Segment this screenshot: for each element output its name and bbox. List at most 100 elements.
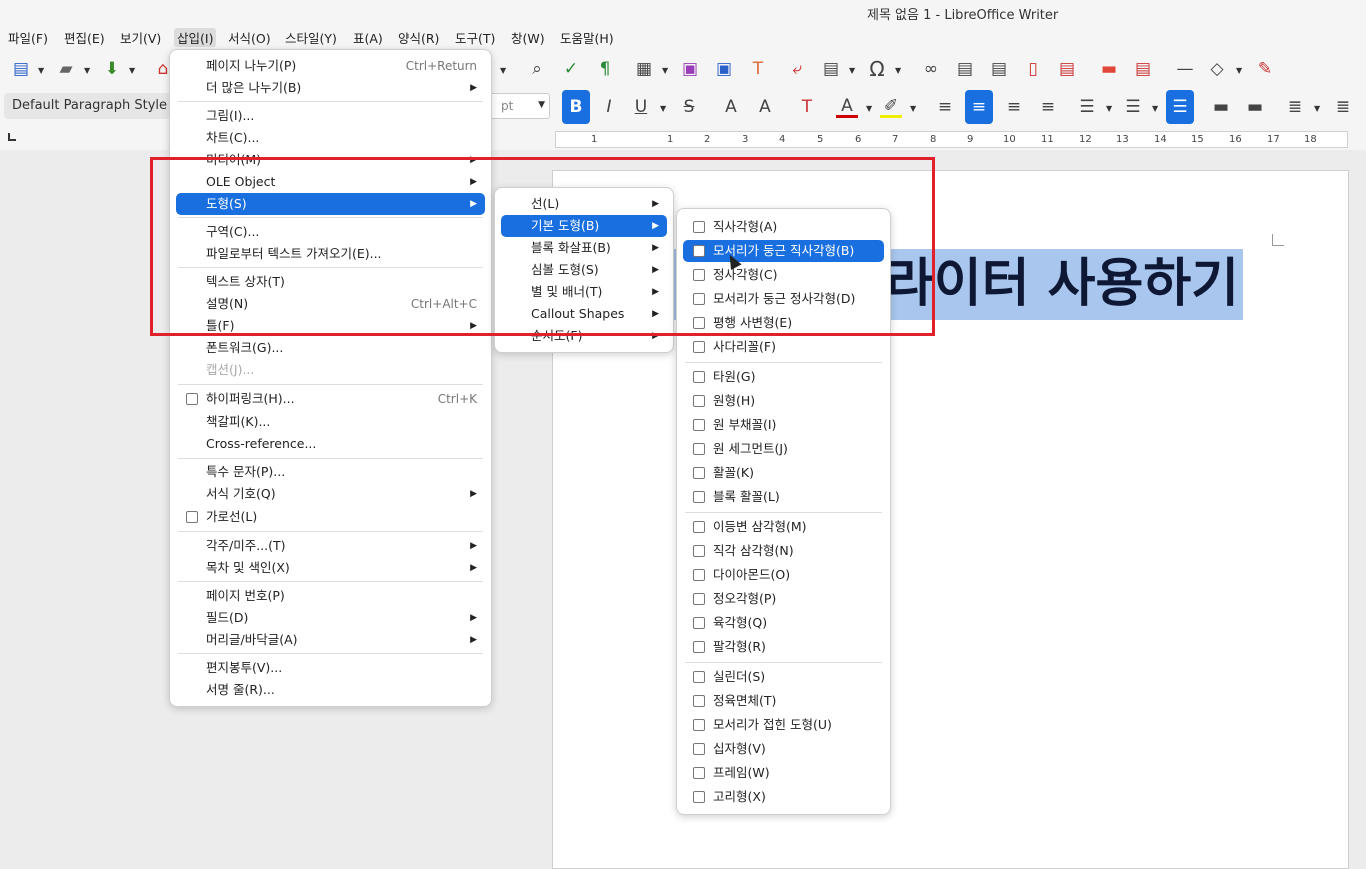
footnote-icon[interactable]: ▤ <box>954 58 976 80</box>
align-left-icon[interactable]: ≡ <box>934 96 956 118</box>
bullet-list-icon[interactable]: ☰ <box>1076 96 1098 118</box>
highlight-color-icon[interactable]: ✐ <box>880 96 902 118</box>
menu-edit[interactable]: 편집(E) <box>64 28 105 47</box>
menu-tools[interactable]: 도구(T) <box>455 28 495 47</box>
italic-icon[interactable]: I <box>598 96 620 118</box>
submenu-item-block-arrows[interactable]: 블록 화살표(B) ▶ <box>501 237 667 259</box>
endnote-icon[interactable]: ▤ <box>988 58 1010 80</box>
shape-trapezoid[interactable]: 사다리꼴(F) <box>683 336 884 358</box>
special-character-icon[interactable]: Ω <box>866 57 888 81</box>
justify-icon[interactable]: ≡ <box>1037 96 1059 118</box>
formatting-marks-icon[interactable]: ¶ <box>594 58 616 80</box>
open-folder-icon[interactable]: ▰ <box>55 58 77 80</box>
line-spacing-icon[interactable]: ≣ <box>1284 96 1306 118</box>
menu-item-comment[interactable]: 설명(N) Ctrl+Alt+C <box>176 293 485 315</box>
menu-item-hyperlink[interactable]: 하이퍼링크(H)... Ctrl+K <box>176 388 485 410</box>
menu-table[interactable]: 표(A) <box>353 28 383 47</box>
chevron-down-icon[interactable]: ▼ <box>895 66 901 75</box>
chevron-down-icon[interactable]: ▼ <box>38 66 44 75</box>
insert-page-break-icon[interactable]: ⤶ <box>786 58 808 80</box>
spellcheck-icon[interactable]: ✓ <box>560 58 582 80</box>
chevron-down-icon[interactable]: ▼ <box>129 66 135 75</box>
chevron-down-icon[interactable]: ▼ <box>84 66 90 75</box>
bookmark-icon[interactable]: ▯ <box>1022 58 1044 80</box>
menu-insert[interactable]: 삽입(I) <box>174 28 217 47</box>
submenu-item-callout-shapes[interactable]: Callout Shapes ▶ <box>501 303 667 325</box>
insert-textbox-icon[interactable]: T <box>747 58 769 80</box>
paragraph-spacing-icon[interactable]: ≣ <box>1332 96 1354 118</box>
menu-item-toc-index[interactable]: 목차 및 색인(X) ▶ <box>176 557 485 579</box>
menu-item-field[interactable]: 필드(D) ▶ <box>176 607 485 629</box>
menu-window[interactable]: 창(W) <box>511 28 545 47</box>
menu-item-ole-object[interactable]: OLE Object ▶ <box>176 171 485 193</box>
shape-octagon[interactable]: 팔각형(R) <box>683 636 884 658</box>
menu-item-frame[interactable]: 틀(F) ▶ <box>176 315 485 337</box>
chevron-down-icon[interactable]: ▼ <box>500 66 506 75</box>
shape-cube[interactable]: 정육면체(T) <box>683 690 884 712</box>
submenu-item-flowchart[interactable]: 순서도(F) ▶ <box>501 325 667 347</box>
insert-image-icon[interactable]: ▣ <box>679 58 701 80</box>
shape-parallelogram[interactable]: 평행 사변형(E) <box>683 312 884 334</box>
underline-icon[interactable]: U <box>630 96 652 118</box>
cross-reference-icon[interactable]: ▤ <box>1056 58 1078 80</box>
chevron-down-icon[interactable]: ▼ <box>1314 104 1320 113</box>
shape-diamond[interactable]: 다이아몬드(O) <box>683 564 884 586</box>
submenu-item-basic-shapes[interactable]: 기본 도형(B) ▶ <box>501 215 667 237</box>
insert-chart-icon[interactable]: ▣ <box>713 58 735 80</box>
shape-block-arc[interactable]: 블록 활꼴(L) <box>683 486 884 508</box>
decrease-indent-icon[interactable]: ▬ <box>1244 96 1266 118</box>
shape-circle[interactable]: 원형(H) <box>683 390 884 412</box>
shape-cross[interactable]: 십자형(V) <box>683 738 884 760</box>
menu-item-section[interactable]: 구역(C)... <box>176 221 485 243</box>
chevron-down-icon[interactable]: ▼ <box>662 66 668 75</box>
insert-table-icon[interactable]: ▦ <box>633 58 655 80</box>
menu-item-signature-line[interactable]: 서명 줄(R)... <box>176 679 485 701</box>
track-changes-icon[interactable]: ▤ <box>1132 58 1154 80</box>
menu-item-text-box[interactable]: 텍스트 상자(T) <box>176 271 485 293</box>
increase-indent-icon[interactable]: ▬ <box>1210 96 1232 118</box>
shape-isosceles-triangle[interactable]: 이등변 삼각형(M) <box>683 516 884 538</box>
chevron-down-icon[interactable]: ▼ <box>538 100 545 110</box>
menu-item-chart[interactable]: 차트(C)... <box>176 127 485 149</box>
insert-field-icon[interactable]: ▤ <box>820 58 842 80</box>
insert-line-icon[interactable]: — <box>1174 58 1196 80</box>
submenu-item-symbol-shapes[interactable]: 심볼 도형(S) ▶ <box>501 259 667 281</box>
shape-cylinder[interactable]: 실린더(S) <box>683 666 884 688</box>
menu-item-cross-reference[interactable]: Cross-reference... <box>176 433 485 455</box>
chevron-down-icon[interactable]: ▼ <box>1236 66 1242 75</box>
menu-item-footnote-endnote[interactable]: 각주/미주...(T) ▶ <box>176 535 485 557</box>
strikethrough-icon[interactable]: S <box>678 96 700 118</box>
bold-icon[interactable]: B <box>562 90 590 124</box>
menu-item-text-from-file[interactable]: 파일로부터 텍스트 가져오기(E)... <box>176 243 485 265</box>
save-icon[interactable]: ⬇ <box>101 58 123 80</box>
menu-item-fontwork[interactable]: 폰트워크(G)... <box>176 337 485 359</box>
menu-item-horizontal-line[interactable]: 가로선(L) <box>176 506 485 528</box>
shape-square[interactable]: 정사각형(C) <box>683 264 884 286</box>
shape-frame[interactable]: 프레임(W) <box>683 762 884 784</box>
menu-item-formatting-mark[interactable]: 서식 기호(Q) ▶ <box>176 483 485 505</box>
menu-format[interactable]: 서식(O) <box>228 28 271 47</box>
align-center-icon[interactable]: ≡ <box>965 90 993 124</box>
chevron-down-icon[interactable]: ▼ <box>660 104 666 113</box>
menu-item-media[interactable]: 미디어(M) ▶ <box>176 149 485 171</box>
shape-circle-segment[interactable]: 원 세그먼트(J) <box>683 438 884 460</box>
shape-hexagon[interactable]: 육각형(Q) <box>683 612 884 634</box>
shape-rectangle[interactable]: 직사각형(A) <box>683 216 884 238</box>
horizontal-ruler[interactable]: 1 1 2 3 4 5 6 7 8 9 10 11 12 13 14 15 16… <box>555 131 1348 148</box>
outline-list-icon[interactable]: ☰ <box>1166 90 1194 124</box>
menu-item-page-number[interactable]: 페이지 번호(P) <box>176 585 485 607</box>
menu-help[interactable]: 도움말(H) <box>560 28 614 47</box>
tab-stop-selector[interactable] <box>8 133 16 141</box>
new-document-icon[interactable]: ▤ <box>10 58 32 80</box>
menu-item-header-footer[interactable]: 머리글/바닥글(A) ▶ <box>176 629 485 651</box>
superscript-icon[interactable]: A <box>720 96 742 118</box>
chevron-down-icon[interactable]: ▼ <box>1152 104 1158 113</box>
paragraph-style-box[interactable]: Default Paragraph Style <box>4 93 170 119</box>
chevron-down-icon[interactable]: ▼ <box>910 104 916 113</box>
menu-item-more-breaks[interactable]: 더 많은 나누기(B) ▶ <box>176 77 485 99</box>
menu-item-envelope[interactable]: 편지봉투(V)... <box>176 657 485 679</box>
chevron-down-icon[interactable]: ▼ <box>1106 104 1112 113</box>
find-replace-icon[interactable]: ⌕ <box>526 58 548 80</box>
align-right-icon[interactable]: ≡ <box>1003 96 1025 118</box>
clear-formatting-icon[interactable]: T <box>796 96 818 118</box>
